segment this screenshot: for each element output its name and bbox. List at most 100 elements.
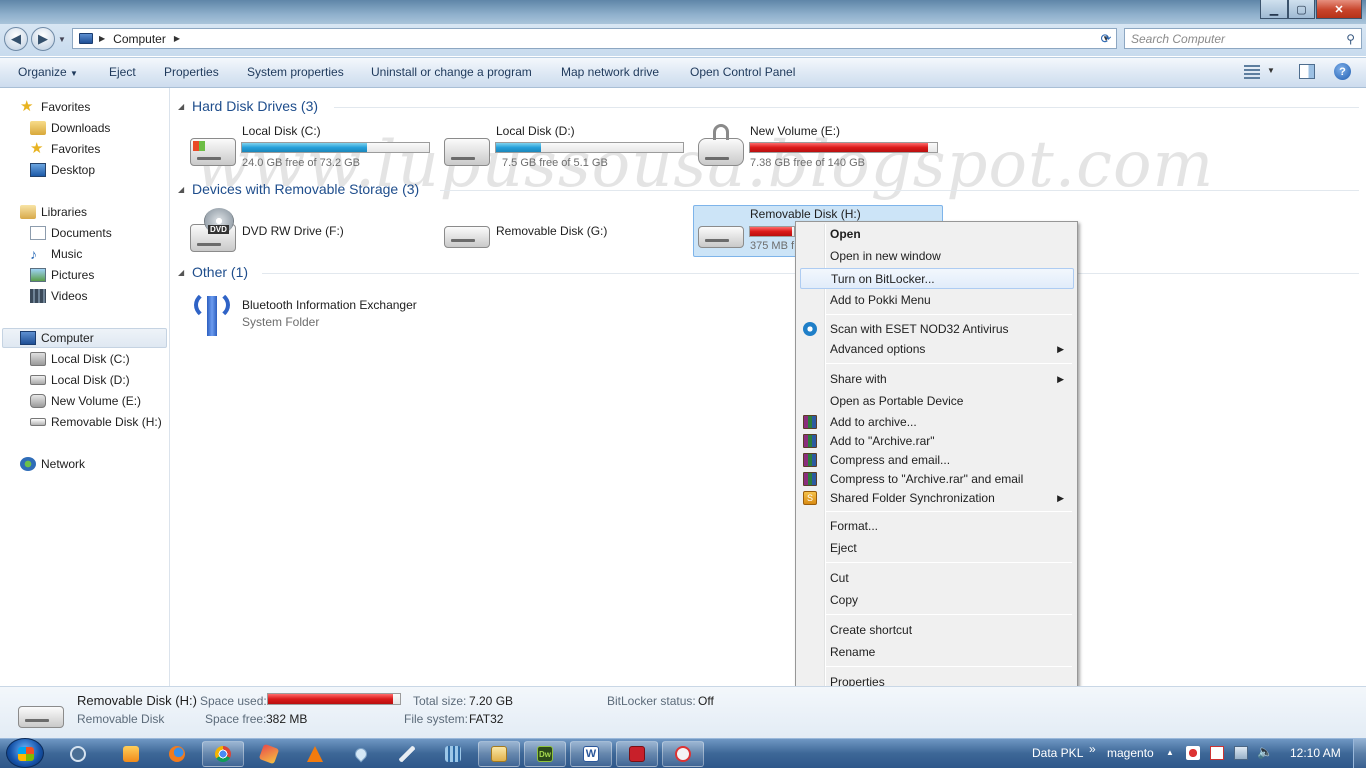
menu-item-open[interactable]: Open bbox=[800, 224, 1074, 244]
system-properties-button[interactable]: System properties bbox=[247, 65, 344, 79]
menu-item-shared-folder-sync[interactable]: Shared Folder Synchronization ▶ bbox=[800, 488, 1074, 508]
show-desktop-button[interactable] bbox=[1353, 739, 1366, 768]
hard-drive-icon[interactable] bbox=[444, 138, 490, 166]
drive-name-d[interactable]: Local Disk (D:) bbox=[496, 124, 575, 138]
menu-item-compress-rar-and-email[interactable]: Compress to "Archive.rar" and email bbox=[800, 469, 1074, 489]
taskbar-dreamweaver[interactable]: Dw bbox=[524, 741, 566, 767]
view-dropdown-icon[interactable]: ▼ bbox=[1267, 66, 1275, 75]
menu-item-scan-eset[interactable]: Scan with ESET NOD32 Antivirus bbox=[800, 319, 1074, 339]
taskbar-app-grid[interactable] bbox=[432, 741, 474, 767]
drive-name-c[interactable]: Local Disk (C:) bbox=[242, 124, 321, 138]
taskbar-explorer[interactable] bbox=[478, 741, 520, 767]
menu-item-open-portable-device[interactable]: Open as Portable Device bbox=[800, 391, 1074, 411]
menu-item-create-shortcut[interactable]: Create shortcut bbox=[800, 620, 1074, 640]
taskbar-app-1[interactable] bbox=[57, 741, 99, 767]
breadcrumb-chevron-icon[interactable]: ▶ bbox=[174, 34, 180, 43]
removable-drive-icon[interactable] bbox=[698, 226, 744, 248]
tray-flag-icon[interactable] bbox=[1210, 746, 1224, 760]
collapse-group-icon[interactable]: ◢ bbox=[178, 268, 184, 277]
view-options-icon[interactable] bbox=[1244, 65, 1260, 79]
drive-name-h[interactable]: Removable Disk (H:) bbox=[750, 207, 861, 221]
uninstall-program-button[interactable]: Uninstall or change a program bbox=[371, 65, 532, 79]
menu-item-open-new-window[interactable]: Open in new window bbox=[800, 246, 1074, 266]
nav-videos[interactable]: Videos bbox=[0, 286, 168, 306]
nav-music[interactable]: ♪ Music bbox=[0, 244, 168, 264]
menu-item-copy[interactable]: Copy bbox=[800, 590, 1074, 610]
nav-libraries[interactable]: Libraries bbox=[0, 202, 168, 222]
bluetooth-exchanger-name[interactable]: Bluetooth Information Exchanger bbox=[242, 298, 417, 312]
taskbar-app-bird[interactable] bbox=[386, 741, 428, 767]
locked-drive-icon[interactable] bbox=[698, 138, 744, 166]
menu-item-rename[interactable]: Rename bbox=[800, 642, 1074, 662]
nav-documents[interactable]: Documents bbox=[0, 223, 168, 243]
drive-name-f[interactable]: DVD RW Drive (F:) bbox=[242, 224, 344, 238]
nav-removable-disk-h[interactable]: Removable Disk (H:) bbox=[0, 412, 168, 432]
nav-computer[interactable]: Computer bbox=[2, 328, 167, 348]
tray-volume-icon[interactable]: 🔈 bbox=[1257, 744, 1273, 760]
menu-item-add-to-pokki[interactable]: Add to Pokki Menu bbox=[800, 290, 1074, 310]
back-button[interactable]: ◀ bbox=[4, 27, 28, 51]
properties-button[interactable]: Properties bbox=[164, 65, 219, 79]
taskbar-app-paint[interactable] bbox=[248, 741, 290, 767]
nav-local-disk-d[interactable]: Local Disk (D:) bbox=[0, 370, 168, 390]
search-input[interactable]: Search Computer ⚲ bbox=[1124, 28, 1362, 49]
tray-network-icon[interactable] bbox=[1234, 746, 1248, 760]
search-icon[interactable]: ⚲ bbox=[1346, 32, 1355, 46]
forward-button[interactable]: ▶ bbox=[31, 27, 55, 51]
taskbar-firefox[interactable] bbox=[156, 741, 198, 767]
tray-expand-icon[interactable]: » bbox=[1089, 742, 1096, 756]
minimize-button[interactable]: ▁ bbox=[1260, 0, 1288, 19]
menu-item-cut[interactable]: Cut bbox=[800, 568, 1074, 588]
menu-item-add-to-archive[interactable]: Add to archive... bbox=[800, 412, 1074, 432]
nav-favorites[interactable]: ★ Favorites bbox=[0, 97, 168, 117]
menu-item-compress-and-email[interactable]: Compress and email... bbox=[800, 450, 1074, 470]
taskbar-vlc[interactable] bbox=[294, 741, 336, 767]
taskbar-media-player[interactable] bbox=[110, 741, 152, 767]
close-button[interactable]: ✕ bbox=[1316, 0, 1362, 19]
menu-item-eject[interactable]: Eject bbox=[800, 538, 1074, 558]
taskbar-app-search[interactable] bbox=[662, 741, 704, 767]
maximize-button[interactable]: ▢ bbox=[1288, 0, 1315, 19]
nav-local-disk-c[interactable]: Local Disk (C:) bbox=[0, 349, 168, 369]
organize-button[interactable]: Organize ▼ bbox=[18, 65, 78, 79]
eject-button[interactable]: Eject bbox=[109, 65, 136, 79]
breadcrumb-computer[interactable]: Computer bbox=[113, 32, 166, 46]
bluetooth-icon[interactable] bbox=[190, 290, 236, 336]
taskbar-app-red[interactable] bbox=[616, 741, 658, 767]
collapse-group-icon[interactable]: ◢ bbox=[178, 185, 184, 194]
nav-network[interactable]: Network bbox=[0, 454, 168, 474]
menu-item-format[interactable]: Format... bbox=[800, 516, 1074, 536]
taskbar-app-drop[interactable] bbox=[340, 741, 382, 767]
nav-downloads[interactable]: Downloads bbox=[0, 118, 168, 138]
tray-toolbar-data-pkl[interactable]: Data PKL bbox=[1032, 746, 1083, 760]
drive-name-e[interactable]: New Volume (E:) bbox=[750, 124, 840, 138]
group-hard-disk-drives[interactable]: Hard Disk Drives (3) bbox=[192, 98, 318, 114]
menu-item-advanced-options[interactable]: Advanced options ▶ bbox=[800, 339, 1074, 359]
map-network-drive-button[interactable]: Map network drive bbox=[561, 65, 659, 79]
address-bar[interactable]: ▶ Computer ▶ ▼ bbox=[72, 28, 1117, 49]
open-control-panel-button[interactable]: Open Control Panel bbox=[690, 65, 795, 79]
help-icon[interactable]: ? bbox=[1334, 63, 1351, 80]
taskbar-word[interactable]: W bbox=[570, 741, 612, 767]
nav-favorites-sub[interactable]: ★ Favorites bbox=[0, 139, 168, 159]
menu-item-turn-on-bitlocker[interactable]: Turn on BitLocker... bbox=[800, 268, 1074, 289]
tray-clock[interactable]: 12:10 AM bbox=[1290, 746, 1341, 760]
taskbar-chrome[interactable] bbox=[202, 741, 244, 767]
removable-drive-icon[interactable] bbox=[444, 226, 490, 248]
nav-new-volume-e[interactable]: New Volume (E:) bbox=[0, 391, 168, 411]
start-button[interactable] bbox=[6, 738, 44, 768]
breadcrumb-chevron-icon[interactable]: ▶ bbox=[99, 34, 105, 43]
group-other[interactable]: Other (1) bbox=[192, 264, 248, 280]
tray-show-hidden-icon[interactable]: ▲ bbox=[1166, 748, 1174, 757]
tray-toolbar-magento[interactable]: magento bbox=[1107, 746, 1154, 760]
recent-pages-dropdown[interactable]: ▼ bbox=[58, 35, 66, 44]
group-removable-storage[interactable]: Devices with Removable Storage (3) bbox=[192, 181, 419, 197]
collapse-group-icon[interactable]: ◢ bbox=[178, 102, 184, 111]
preview-pane-icon[interactable] bbox=[1299, 64, 1315, 79]
tray-security-icon[interactable] bbox=[1186, 746, 1200, 760]
nav-pictures[interactable]: Pictures bbox=[0, 265, 168, 285]
menu-item-share-with[interactable]: Share with ▶ bbox=[800, 369, 1074, 389]
menu-item-add-to-archive-rar[interactable]: Add to "Archive.rar" bbox=[800, 431, 1074, 451]
drive-name-g[interactable]: Removable Disk (G:) bbox=[496, 224, 607, 238]
nav-desktop[interactable]: Desktop bbox=[0, 160, 168, 180]
